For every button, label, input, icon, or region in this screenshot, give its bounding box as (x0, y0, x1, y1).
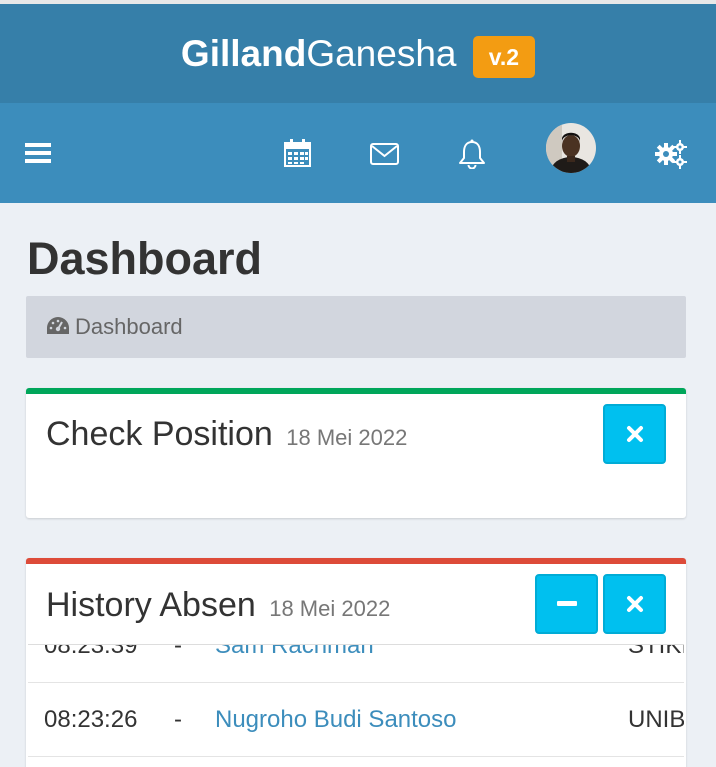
separator-cell: - (174, 644, 182, 659)
envelope-icon[interactable] (370, 143, 399, 165)
brand-name-light: Ganesha (306, 33, 457, 74)
unit-cell: UNIB (628, 706, 684, 733)
history-table[interactable]: 08:23:39 - Sam Rachman STIKI 08:23:26 - … (28, 644, 684, 767)
check-position-title: Check Position 18 Mei 2022 (46, 414, 407, 458)
close-icon (626, 426, 643, 442)
name-link[interactable]: Sam Rachman (215, 645, 374, 683)
table-row: 08:23:26 - Nugroho Budi Santoso UNIB (28, 683, 684, 757)
close-icon (626, 596, 643, 612)
close-button[interactable] (603, 404, 666, 464)
separator-cell: - (174, 706, 182, 733)
check-position-date: 18 Mei 2022 (286, 425, 408, 450)
minus-icon (556, 601, 577, 606)
gears-icon[interactable] (655, 139, 687, 169)
check-position-box: Check Position 18 Mei 2022 (26, 388, 686, 518)
brand-logo[interactable]: GillandGanesha v.2 (0, 34, 716, 78)
collapse-button[interactable] (535, 574, 598, 634)
history-absen-box: History Absen 18 Mei 2022 08:23:39 - Sam… (26, 558, 686, 767)
name-link[interactable]: Nugroho Budi Santoso (215, 683, 457, 757)
check-position-heading: Check Position (46, 415, 273, 453)
calendar-icon[interactable] (284, 139, 311, 167)
history-absen-date: 18 Mei 2022 (269, 596, 391, 621)
version-badge: v.2 (472, 36, 536, 78)
table-row: 08:23:39 - Sam Rachman STIKI (28, 644, 684, 683)
breadcrumb-link-dashboard[interactable]: Dashboard (75, 312, 183, 342)
breadcrumb: Dashboard (26, 296, 686, 358)
brand-name-bold: Gilland (180, 33, 307, 74)
unit-cell: STIKI (628, 644, 684, 659)
menu-icon[interactable] (25, 141, 51, 165)
dashboard-icon (46, 316, 70, 340)
avatar[interactable] (546, 123, 596, 173)
close-button[interactable] (603, 574, 666, 634)
history-absen-title: History Absen 18 Mei 2022 (46, 585, 390, 629)
time-cell: 08:23:26 (44, 706, 138, 733)
bell-icon[interactable] (458, 139, 486, 169)
history-absen-heading: History Absen (46, 586, 256, 624)
time-cell: 08:23:39 (44, 644, 138, 659)
navbar (0, 103, 716, 203)
page-title: Dashboard (27, 233, 263, 284)
brand-header: GillandGanesha v.2 (0, 4, 716, 103)
